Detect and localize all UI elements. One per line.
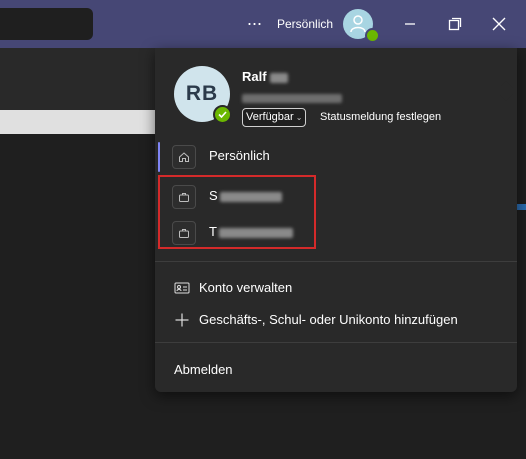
- background-right-accent: [517, 204, 526, 210]
- menu-caret: [496, 81, 516, 101]
- close-icon[interactable]: [489, 14, 509, 34]
- chevron-down-icon: ⌄: [295, 113, 303, 122]
- search-input[interactable]: [0, 8, 93, 40]
- maximize-icon[interactable]: [445, 14, 465, 34]
- background-app-bar: [0, 110, 157, 134]
- background-app-area: [0, 134, 157, 459]
- plus-icon: [175, 313, 189, 327]
- person-icon: [350, 15, 366, 33]
- minimize-icon[interactable]: [400, 14, 420, 34]
- logout-button[interactable]: Abmelden: [174, 362, 233, 378]
- menu-divider: [155, 261, 517, 262]
- add-account-button[interactable]: Geschäfts-, Schul- oder Unikonto hinzufü…: [155, 306, 517, 334]
- active-account-indicator: [158, 142, 160, 172]
- menu-divider: [155, 342, 517, 343]
- title-bar: ··· Persönlich: [0, 0, 526, 48]
- more-options-button[interactable]: ···: [244, 12, 264, 36]
- status-available-badge: [365, 28, 380, 43]
- id-card-icon: [174, 282, 190, 294]
- user-name: Ralf: [242, 69, 289, 85]
- home-icon: [172, 145, 196, 169]
- set-status-message-link[interactable]: Statusmeldung festlegen: [320, 109, 441, 125]
- status-available-badge: [213, 105, 232, 124]
- account-menu: RB Ralf Verfügbar ⌄ Statusmeldung festleg…: [155, 48, 517, 392]
- account-label: Persönlich: [209, 148, 270, 163]
- redacted-last-name: [270, 72, 289, 83]
- add-account-label: Geschäfts-, Schul- oder Unikonto hinzufü…: [199, 312, 458, 327]
- highlight-annotation: [158, 175, 316, 249]
- redacted-email: [242, 90, 342, 108]
- manage-account-button[interactable]: Konto verwalten: [155, 274, 517, 302]
- account-item-personal[interactable]: Persönlich: [155, 138, 517, 174]
- account-switcher-label[interactable]: Persönlich: [277, 16, 333, 32]
- background-right-edge: [517, 48, 526, 459]
- status-label: Verfügbar: [246, 111, 294, 123]
- user-first-name: Ralf: [242, 69, 267, 84]
- checkmark-icon: [218, 111, 227, 119]
- status-dropdown[interactable]: Verfügbar ⌄: [242, 108, 307, 127]
- manage-account-label: Konto verwalten: [199, 280, 293, 295]
